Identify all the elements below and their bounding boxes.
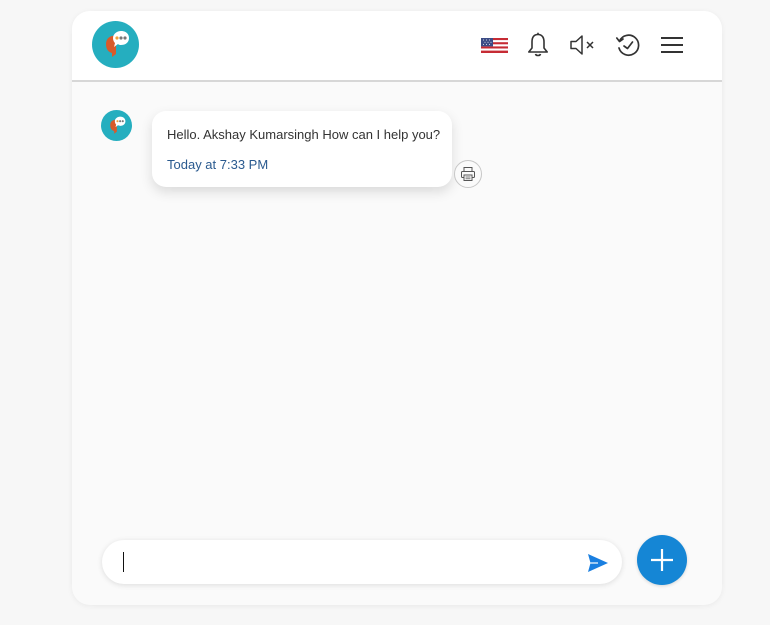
message-composer	[102, 540, 622, 584]
language-flag-button[interactable]	[481, 30, 508, 60]
speaker-muted-icon	[570, 35, 594, 55]
chat-logo-icon	[92, 21, 139, 68]
notifications-button[interactable]	[525, 30, 551, 60]
bot-avatar-icon	[101, 110, 132, 141]
history-button[interactable]	[614, 30, 642, 60]
chat-header	[72, 11, 722, 82]
print-icon	[461, 167, 475, 181]
message-list: Hello. Akshay Kumarsingh How can I help …	[72, 82, 722, 527]
history-clock-icon	[615, 34, 640, 57]
add-attachment-button[interactable]	[637, 535, 687, 585]
sound-toggle-button[interactable]	[568, 30, 598, 60]
text-caret	[123, 552, 124, 572]
message-input[interactable]	[120, 550, 564, 576]
send-button[interactable]	[587, 552, 609, 574]
plus-icon	[651, 549, 673, 571]
chat-window: Hello. Akshay Kumarsingh How can I help …	[72, 11, 722, 605]
message-timestamp: Today at 7:33 PM	[167, 157, 269, 172]
print-message-button[interactable]	[454, 160, 482, 188]
menu-button[interactable]	[660, 30, 684, 60]
message-text: Hello. Akshay Kumarsingh How can I help …	[167, 127, 441, 142]
bot-message-bubble: Hello. Akshay Kumarsingh How can I help …	[152, 111, 452, 187]
us-flag-icon	[481, 37, 508, 53]
hamburger-menu-icon	[661, 37, 683, 53]
send-arrow-icon	[588, 554, 608, 572]
bell-icon	[528, 32, 548, 57]
